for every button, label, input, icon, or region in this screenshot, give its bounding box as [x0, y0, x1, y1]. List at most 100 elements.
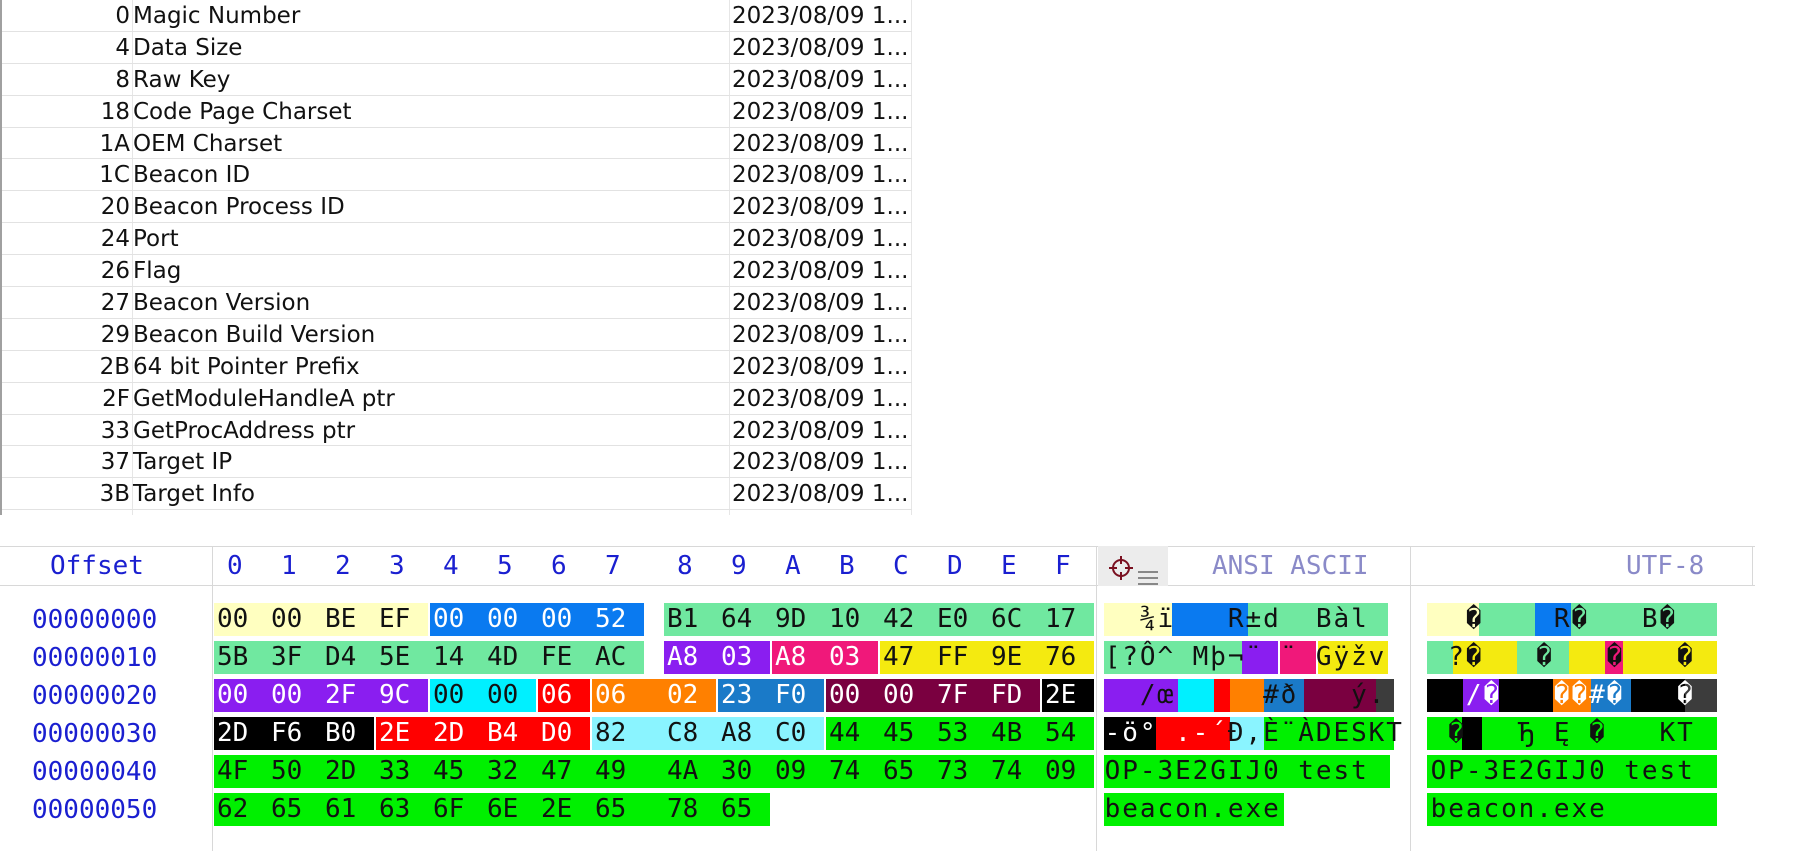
hex-byte[interactable]: 49 [595, 755, 626, 788]
hex-byte[interactable]: AC [595, 641, 626, 674]
template-row[interactable]: 26 Flag 2023/08/09 1... [2, 255, 912, 288]
hex-byte[interactable]: 9E [991, 641, 1022, 674]
template-row[interactable]: 2F GetModuleHandleA ptr 2023/08/09 1... [2, 383, 912, 415]
hex-byte[interactable]: 2E [379, 717, 410, 750]
template-row[interactable]: 4 Data Size 2023/08/09 1... [2, 32, 912, 64]
hex-byte[interactable]: 52 [595, 603, 626, 636]
template-row[interactable]: 0 Magic Number 2023/08/09 1... [2, 0, 912, 32]
hex-byte[interactable]: 00 [487, 679, 518, 712]
template-row[interactable]: 20 Beacon Process ID 2023/08/09 1... [2, 191, 912, 224]
hex-byte[interactable]: 63 [379, 793, 410, 826]
hex-byte[interactable]: 17 [1045, 603, 1076, 636]
hex-byte[interactable]: 00 [487, 603, 518, 636]
hex-byte[interactable]: 64 [721, 603, 752, 636]
hex-byte[interactable]: 03 [721, 641, 752, 674]
template-row[interactable]: 3B Target Info 2023/08/09 1... [2, 478, 912, 511]
template-row[interactable]: 18 Code Page Charset 2023/08/09 1... [2, 96, 912, 128]
hex-byte[interactable]: 4A [667, 755, 698, 788]
hex-byte[interactable]: 65 [883, 755, 914, 788]
hex-byte[interactable]: 09 [1045, 755, 1076, 788]
hex-byte[interactable]: 74 [829, 755, 860, 788]
hex-byte[interactable]: 65 [271, 793, 302, 826]
template-row[interactable]: 33 GetProcAddress ptr 2023/08/09 1... [2, 415, 912, 447]
hex-byte[interactable]: 6E [487, 793, 518, 826]
hex-byte[interactable]: FF [937, 641, 968, 674]
hex-byte[interactable]: 00 [271, 679, 302, 712]
hex-byte[interactable]: 3F [271, 641, 302, 674]
hex-byte[interactable]: 74 [991, 755, 1022, 788]
hex-byte[interactable]: D0 [541, 717, 572, 750]
hex-byte[interactable]: B4 [487, 717, 518, 750]
hex-byte[interactable]: 03 [829, 641, 860, 674]
hex-byte[interactable]: BE [325, 603, 356, 636]
template-row[interactable]: 27 Beacon Version 2023/08/09 1... [2, 287, 912, 319]
hex-byte[interactable]: A8 [667, 641, 698, 674]
hex-byte[interactable]: 47 [883, 641, 914, 674]
hex-byte[interactable]: 62 [217, 793, 248, 826]
hex-byte[interactable]: 9C [379, 679, 410, 712]
hex-byte[interactable]: 00 [541, 603, 572, 636]
hex-editor-view[interactable]: Offset 0123456789ABCDEF ANSI ASCII UTF-8… [0, 546, 1815, 851]
crosshair-icon[interactable] [1108, 553, 1134, 580]
hex-byte[interactable]: 78 [667, 793, 698, 826]
hex-byte[interactable]: B1 [667, 603, 698, 636]
hex-byte[interactable]: 00 [433, 603, 464, 636]
hex-byte[interactable]: F0 [775, 679, 806, 712]
hex-byte[interactable]: 14 [433, 641, 464, 674]
hex-byte[interactable]: 4D [487, 641, 518, 674]
hex-byte[interactable]: 44 [829, 717, 860, 750]
hex-byte[interactable]: A8 [775, 641, 806, 674]
hex-byte[interactable]: FD [991, 679, 1022, 712]
hex-byte[interactable]: 73 [937, 755, 968, 788]
hex-byte[interactable]: C8 [667, 717, 698, 750]
hex-byte[interactable]: 10 [829, 603, 860, 636]
hex-byte[interactable]: 23 [721, 679, 752, 712]
hex-byte[interactable]: 33 [379, 755, 410, 788]
hex-byte[interactable]: 50 [271, 755, 302, 788]
hex-byte[interactable]: 09 [775, 755, 806, 788]
hex-byte[interactable]: 06 [595, 679, 626, 712]
template-row[interactable]: 1C Beacon ID 2023/08/09 1... [2, 159, 912, 192]
template-row[interactable]: 24 Port 2023/08/09 1... [2, 223, 912, 256]
hex-byte[interactable]: 2D [433, 717, 464, 750]
hex-byte[interactable]: 45 [433, 755, 464, 788]
hex-byte[interactable]: A8 [721, 717, 752, 750]
template-row[interactable]: 2B 64 bit Pointer Prefix 2023/08/09 1... [2, 351, 912, 383]
hex-byte[interactable]: 5E [379, 641, 410, 674]
hex-byte[interactable]: 00 [217, 679, 248, 712]
header-tools[interactable] [1098, 546, 1168, 586]
hex-byte[interactable]: 42 [883, 603, 914, 636]
lines-icon[interactable] [1138, 558, 1158, 585]
hex-byte[interactable]: 4F [217, 755, 248, 788]
hex-byte[interactable]: 6F [433, 793, 464, 826]
hex-byte[interactable]: C0 [775, 717, 806, 750]
hex-byte[interactable]: 82 [595, 717, 626, 750]
hex-byte[interactable]: 53 [937, 717, 968, 750]
hex-byte[interactable]: B0 [325, 717, 356, 750]
hex-byte[interactable]: 30 [721, 755, 752, 788]
hex-byte[interactable]: 76 [1045, 641, 1076, 674]
hex-byte[interactable]: 7F [937, 679, 968, 712]
hex-byte[interactable]: FE [541, 641, 572, 674]
hex-byte[interactable]: 2F [325, 679, 356, 712]
hex-byte[interactable]: 06 [541, 679, 572, 712]
hex-byte[interactable]: 2D [217, 717, 248, 750]
hex-byte[interactable]: 9D [775, 603, 806, 636]
hex-byte[interactable]: 2E [541, 793, 572, 826]
hex-byte[interactable]: 00 [433, 679, 464, 712]
hex-byte[interactable]: D4 [325, 641, 356, 674]
hex-byte[interactable]: F6 [271, 717, 302, 750]
hex-byte[interactable]: 2E [1045, 679, 1076, 712]
hex-byte[interactable]: 32 [487, 755, 518, 788]
hex-byte[interactable]: E0 [937, 603, 968, 636]
hex-byte[interactable]: 00 [883, 679, 914, 712]
hex-byte[interactable]: 2D [325, 755, 356, 788]
hex-byte[interactable]: EF [379, 603, 410, 636]
hex-byte[interactable]: 47 [541, 755, 572, 788]
template-row[interactable]: 37 Target IP 2023/08/09 1... [2, 446, 912, 479]
hex-byte[interactable]: 02 [667, 679, 698, 712]
hex-byte[interactable]: 5B [217, 641, 248, 674]
hex-byte[interactable]: 45 [883, 717, 914, 750]
hex-byte[interactable]: 54 [1045, 717, 1076, 750]
hex-byte[interactable]: 00 [829, 679, 860, 712]
